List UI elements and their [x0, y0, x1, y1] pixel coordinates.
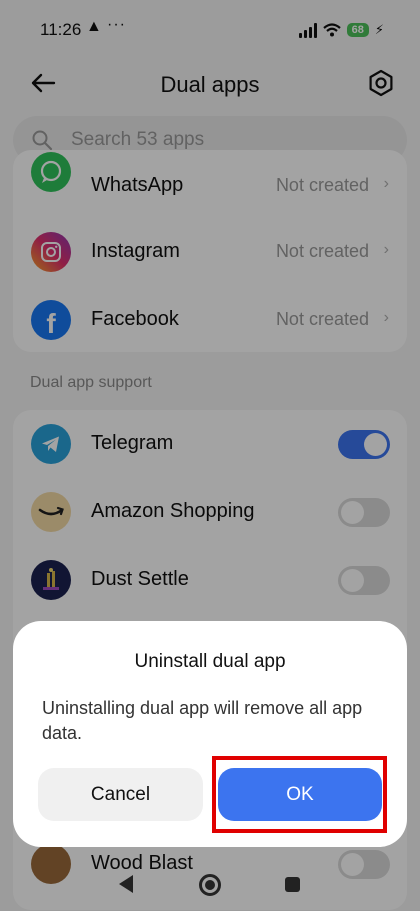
dialog-message: Uninstalling dual app will remove all ap…: [42, 698, 363, 743]
nav-home-icon[interactable]: [199, 874, 221, 896]
nav-back-icon[interactable]: [117, 874, 135, 894]
ok-button-highlight: [212, 756, 387, 833]
nav-recents-icon[interactable]: [285, 877, 300, 892]
cancel-button[interactable]: Cancel: [38, 768, 203, 821]
dialog-title: Uninstall dual app: [134, 651, 286, 672]
system-nav-bar: [0, 860, 420, 911]
screen: 11:26 ▲ ··· 68 ⚡ Dual apps Search 53 app…: [0, 0, 420, 911]
